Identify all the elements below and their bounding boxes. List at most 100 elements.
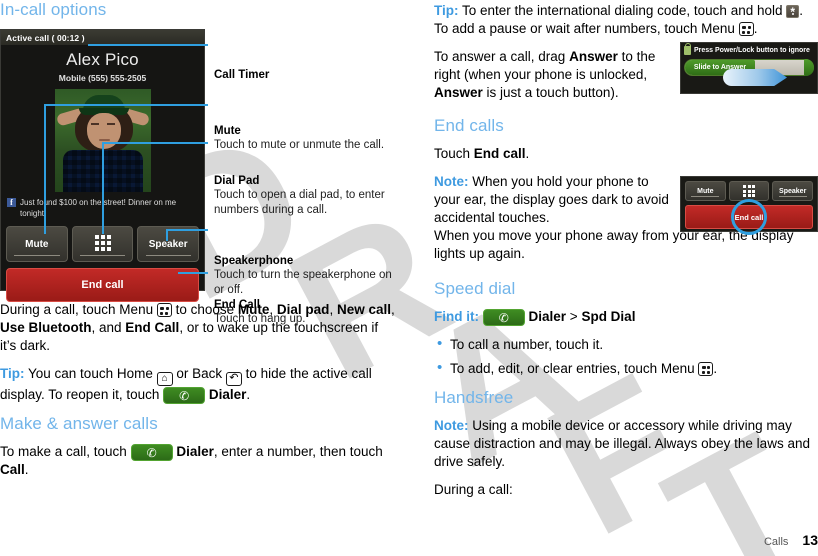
mini-speaker-button[interactable]: Speaker bbox=[772, 181, 814, 201]
footer-page-number: 13 bbox=[802, 532, 818, 548]
menu-option-new-call: New call bbox=[336, 302, 391, 317]
speaker-button[interactable]: Speaker bbox=[137, 226, 200, 262]
note-display-text-2: When you move your phone away from your … bbox=[434, 228, 794, 261]
callout-speakerphone: Speakerphone Touch to turn the speakerph… bbox=[214, 254, 399, 297]
tip-text-1: You can touch Home bbox=[24, 366, 153, 381]
end-text-2: . bbox=[525, 146, 530, 161]
back-icon: ↶ bbox=[225, 372, 242, 386]
dialer-label: Dialer bbox=[528, 309, 567, 324]
note-driving-text: Using a mobile device or accessory while… bbox=[434, 418, 810, 469]
make-call-text-3: . bbox=[24, 462, 29, 477]
heading-make-answer-calls: Make & answer calls bbox=[0, 414, 158, 433]
footer-section-name: Calls bbox=[763, 536, 789, 548]
callout-title: Dial Pad bbox=[214, 175, 260, 187]
tip-label: Tip: bbox=[0, 366, 25, 381]
tip-intl-text-3: . bbox=[753, 21, 758, 36]
mute-button[interactable]: Mute bbox=[6, 226, 68, 262]
dialer-phone-icon[interactable] bbox=[482, 309, 525, 326]
phone-screenshot-end-call: Mute Speaker End call bbox=[680, 176, 818, 235]
call-label: Call bbox=[0, 462, 25, 477]
home-icon: ⌂ bbox=[156, 372, 173, 386]
phone-screenshot-answer: Press Power/Lock button to ignore Slide … bbox=[680, 42, 818, 94]
caller-number: Mobile (555) 555-2505 bbox=[58, 73, 147, 83]
callout-desc: Touch to turn the speakerphone on or off… bbox=[214, 269, 392, 296]
paragraph-note-display-dark: Note: When you hold your phone to your e… bbox=[434, 173, 676, 227]
paragraph-touch-end-call: Touch End call. bbox=[434, 145, 664, 163]
page-footer: Calls 13 bbox=[764, 532, 818, 548]
mute-button-label: Mute bbox=[25, 238, 49, 250]
leader-line-dialpad-h bbox=[102, 142, 208, 144]
menu-option-use-bluetooth: Use Bluetooth bbox=[0, 320, 92, 335]
end-bold: End call bbox=[473, 146, 526, 161]
leader-line-end-call bbox=[178, 272, 208, 274]
bullet-text: To call a number, touch it. bbox=[450, 337, 604, 352]
tip-intl-text-1: To enter the international dialing code,… bbox=[458, 3, 783, 18]
leader-line-call-timer bbox=[88, 44, 208, 46]
end-call-button[interactable]: End call bbox=[6, 268, 199, 302]
leader-line-dialpad-v bbox=[102, 142, 104, 234]
dialer-phone-icon[interactable] bbox=[130, 444, 173, 461]
answer-call-block: To answer a call, drag Answer to the rig… bbox=[434, 42, 818, 102]
mini-mute-button[interactable]: Mute bbox=[685, 181, 726, 201]
callout-call-timer: Call Timer bbox=[214, 68, 269, 82]
dialpad-grid-icon bbox=[94, 234, 111, 251]
dialer-phone-icon[interactable] bbox=[163, 387, 206, 404]
end-text-1: Touch bbox=[434, 146, 474, 161]
call-status-bar: Active call ( 00:12 ) bbox=[1, 30, 204, 45]
callout-title: Call Timer bbox=[214, 69, 270, 81]
sep: , and bbox=[91, 320, 126, 335]
leader-line-speaker-h bbox=[166, 229, 208, 231]
paragraph-tip-hide-call: Tip: You can touch Home ⌂ or Back ↶ to h… bbox=[0, 365, 396, 404]
paragraph-note-driving: Note: Using a mobile device or accessory… bbox=[434, 417, 818, 471]
callout-desc: Touch to mute or unmute the call. bbox=[214, 139, 385, 151]
callout-desc: Touch to hang up. bbox=[214, 313, 306, 325]
mini-button-row: Mute Speaker bbox=[685, 181, 814, 201]
make-call-text-2: , enter a number, then touch bbox=[213, 444, 383, 459]
drag-direction-arrow bbox=[723, 69, 787, 86]
dialer-label: Dialer bbox=[208, 387, 247, 402]
find-it-label: Find it: bbox=[434, 309, 479, 324]
menu-icon bbox=[156, 303, 172, 317]
paragraph-during-call: During a call: bbox=[434, 482, 513, 497]
note-display-text-1: When you hold your phone to your ear, th… bbox=[434, 174, 669, 225]
status-message-text: Just found $100 on the street! Dinner on… bbox=[20, 198, 177, 218]
sep: , bbox=[390, 302, 395, 317]
speaker-button-label: Speaker bbox=[148, 238, 188, 250]
mini-speaker-label: Speaker bbox=[779, 187, 807, 195]
paragraph-make-call: To make a call, touch Dialer, enter a nu… bbox=[0, 443, 396, 479]
paragraph-answer-call: To answer a call, drag Answer to the rig… bbox=[434, 48, 664, 102]
mini-dialpad-button[interactable] bbox=[728, 181, 770, 201]
lock-hint-text: Press Power/Lock button to ignore bbox=[694, 47, 810, 54]
callout-end-call: End Call Touch to hang up. bbox=[214, 298, 305, 327]
paragraph-tip-international: Tip: To enter the international dialing … bbox=[434, 2, 818, 38]
callout-mute: Mute Touch to mute or unmute the call. bbox=[214, 124, 384, 153]
leader-line-mute-v bbox=[44, 104, 46, 234]
star-key-icon bbox=[786, 3, 800, 21]
spd-dial-label: Spd Dial bbox=[581, 309, 636, 324]
lock-icon bbox=[684, 43, 692, 55]
tip-text-2: or Back bbox=[172, 366, 223, 381]
note-label: Note: bbox=[434, 174, 469, 189]
menu-option-end-call: End Call bbox=[125, 320, 180, 335]
list-item: To call a number, touch it. bbox=[434, 335, 818, 354]
answer-bold-1: Answer bbox=[569, 49, 618, 64]
mini-mute-label: Mute bbox=[697, 187, 714, 195]
callout-title: Mute bbox=[214, 125, 241, 137]
note-label: Note: bbox=[434, 418, 469, 433]
left-column: In-call options Active call ( 00:12 ) Al… bbox=[0, 0, 396, 489]
tip-text-4: . bbox=[246, 387, 251, 402]
callout-desc: Touch to open a dial pad, to enter numbe… bbox=[214, 189, 385, 216]
heading-speed-dial: Speed dial bbox=[434, 279, 516, 298]
paragraph-menu-options: During a call, touch Menu to choose Mute… bbox=[0, 301, 396, 355]
menu-icon bbox=[698, 362, 714, 376]
leader-line-mute-h bbox=[44, 104, 208, 106]
facebook-icon: f bbox=[7, 198, 16, 207]
answer-bold-2: Answer bbox=[434, 85, 483, 100]
mini-end-call-button[interactable]: End call bbox=[685, 199, 813, 235]
callout-dial-pad: Dial Pad Touch to open a dial pad, to en… bbox=[214, 174, 399, 217]
heading-end-calls: End calls bbox=[434, 116, 504, 135]
list-item: To add, edit, or clear entries, touch Me… bbox=[434, 359, 818, 378]
tip-label: Tip: bbox=[434, 3, 459, 18]
callout-title: End Call bbox=[214, 299, 261, 311]
lock-hint-row: Press Power/Lock button to ignore bbox=[684, 43, 814, 55]
